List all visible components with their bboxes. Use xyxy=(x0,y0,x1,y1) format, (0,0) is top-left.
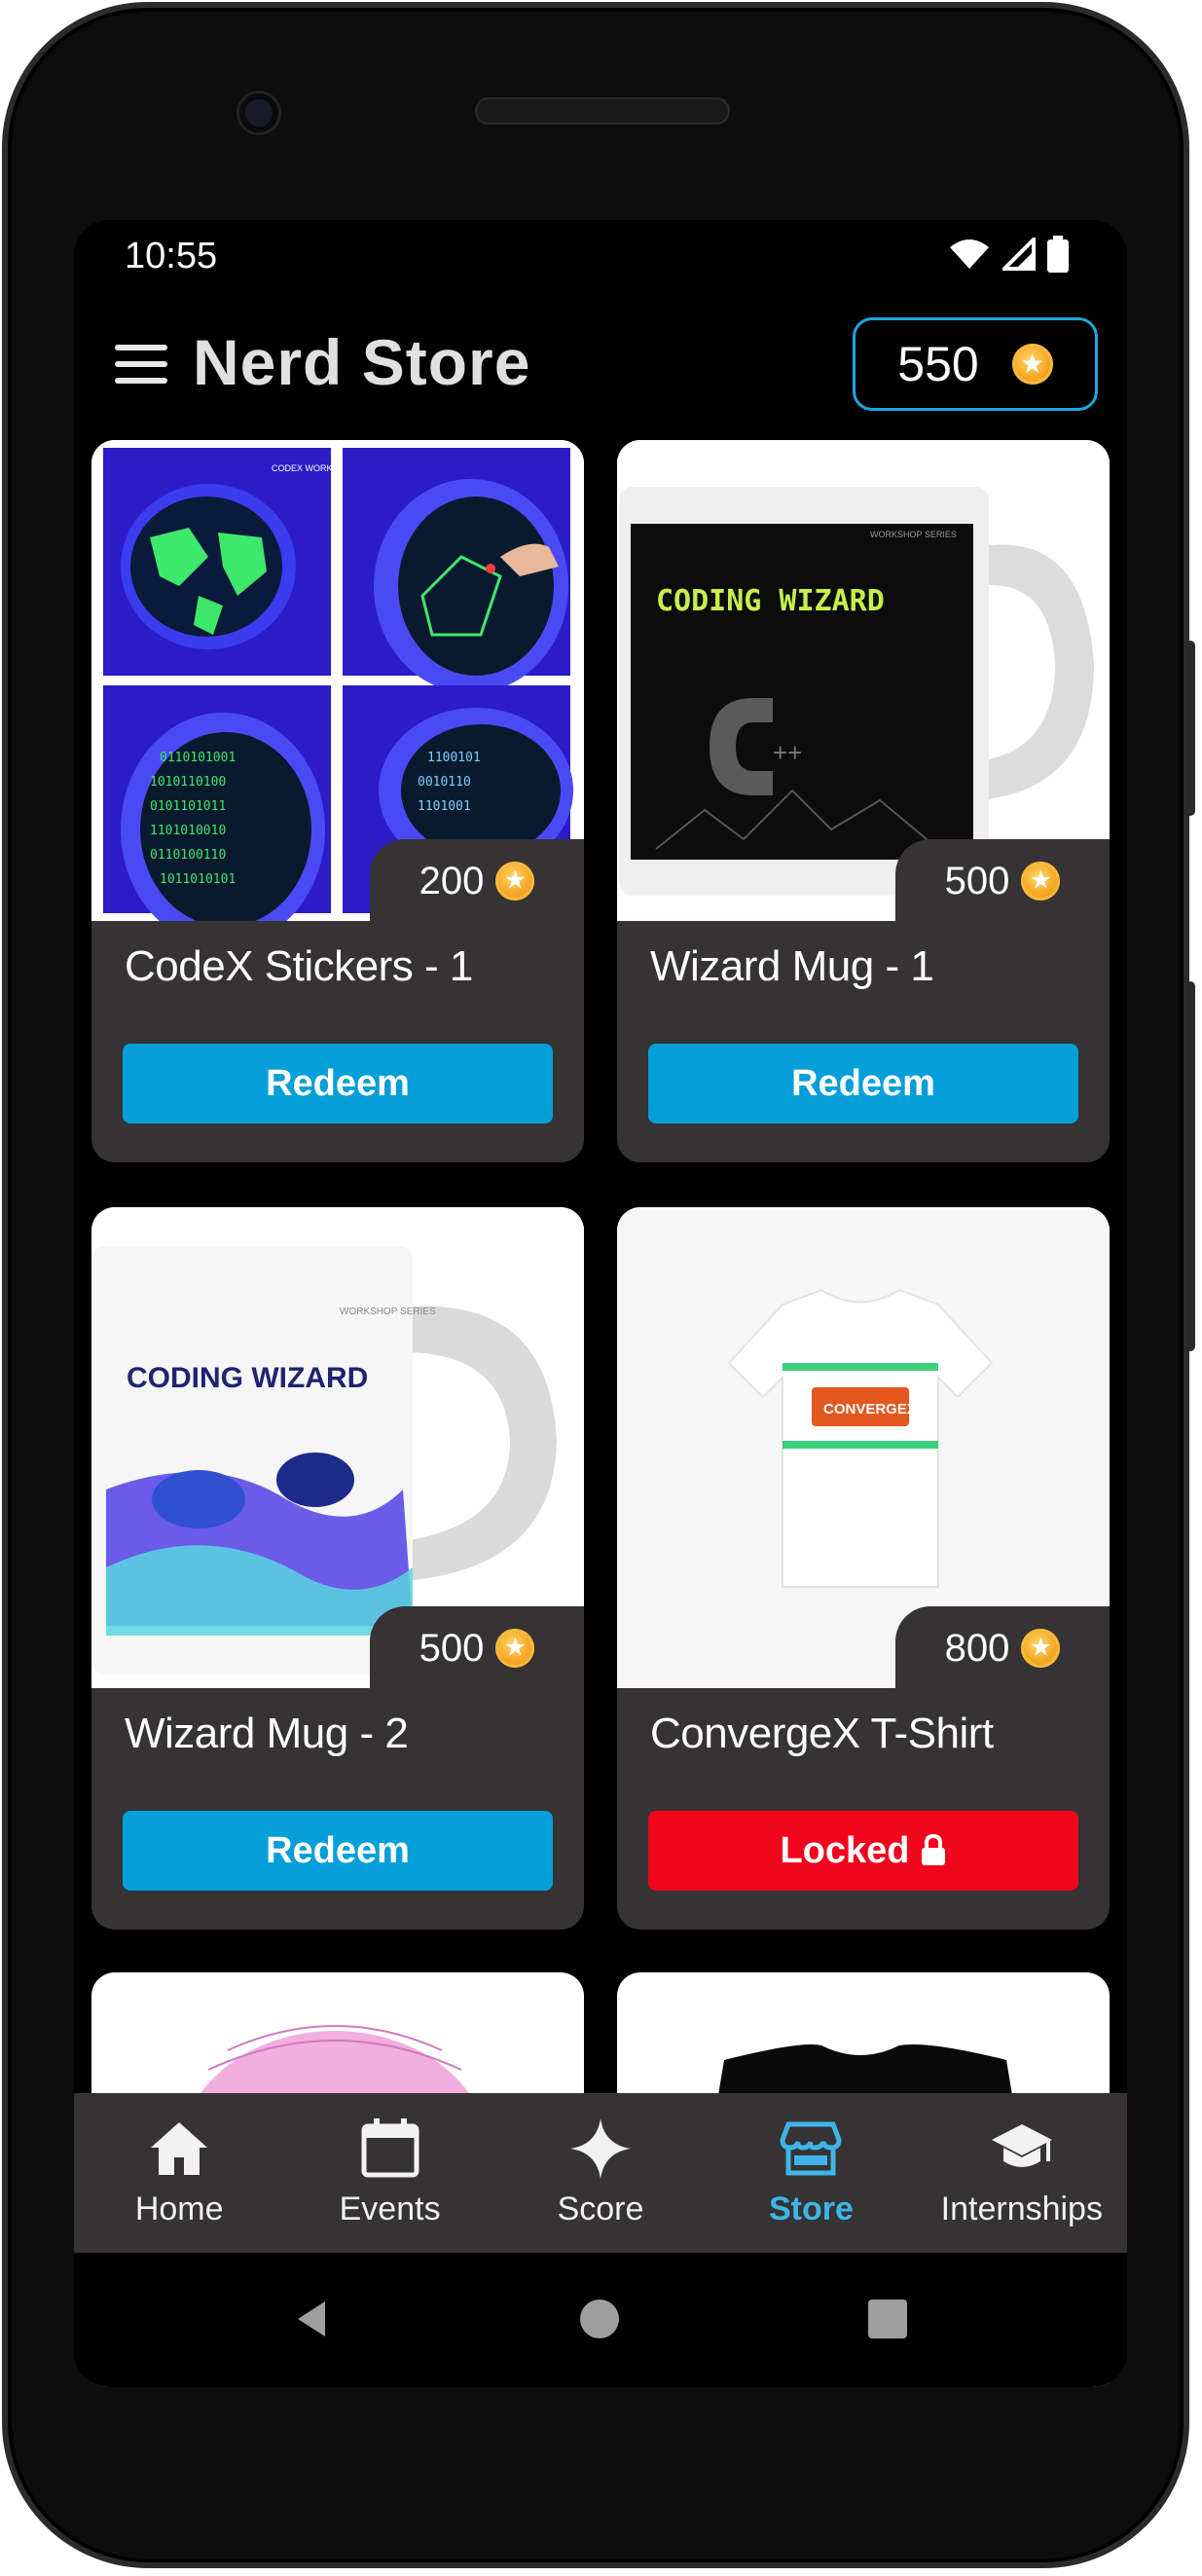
page-title: Nerd Store xyxy=(193,326,531,398)
product-card[interactable]: CODING WIZARD WORKSHOP SERIES ++ 500 Wiz… xyxy=(617,440,1110,1162)
tshirt-text: CONVERGEX xyxy=(823,1401,917,1417)
product-name: Wizard Mug - 2 xyxy=(125,1710,409,1757)
home-icon xyxy=(151,2122,208,2175)
screen: 10:55 Nerd Store 550 ★ CODEX WORKSHOP 01… xyxy=(74,220,1127,2387)
svg-text:1010110100: 1010110100 xyxy=(150,775,226,790)
coin-icon xyxy=(1011,344,1053,385)
product-card[interactable]: CONVERGEX 800 ConvergeX T-Shirt Locked xyxy=(617,1207,1110,1930)
svg-text:0101101011: 0101101011 xyxy=(150,799,226,814)
calendar-icon xyxy=(361,2118,419,2178)
bottom-navigation: Home Events Score Store Internships xyxy=(74,2093,1127,2253)
back-icon[interactable] xyxy=(290,2298,333,2340)
coin-icon xyxy=(495,1629,535,1668)
signal-icon xyxy=(1002,238,1036,271)
nav-label: Score xyxy=(557,2190,644,2227)
nav-item-events[interactable]: Events xyxy=(284,2093,494,2253)
redeem-button-label: Redeem xyxy=(791,1062,935,1104)
svg-text:1101010010: 1101010010 xyxy=(150,824,226,838)
nav-label: Internships xyxy=(940,2190,1103,2227)
sparkle-icon xyxy=(570,2118,632,2179)
phone-frame: 10:55 Nerd Store 550 ★ CODEX WORKSHOP 01… xyxy=(2,2,1195,2568)
price-tag: 500 xyxy=(895,839,1110,923)
svg-text:0110100110: 0110100110 xyxy=(150,848,226,863)
product-name: CodeX Stickers - 1 xyxy=(125,942,473,990)
lock-icon xyxy=(921,1834,945,1865)
nav-label: Store xyxy=(768,2190,854,2227)
home-circle-icon[interactable] xyxy=(580,2300,619,2338)
price-value: 500 xyxy=(419,1626,485,1670)
price-tag: 800 xyxy=(895,1606,1110,1690)
front-camera xyxy=(239,93,278,132)
svg-text:1100101: 1100101 xyxy=(427,751,481,765)
product-name: Wizard Mug - 1 xyxy=(650,942,934,990)
locked-button-label: Locked xyxy=(780,1829,910,1871)
mug-series: WORKSHOP SERIES xyxy=(870,530,957,539)
nav-label: Events xyxy=(339,2190,441,2227)
redeem-button-label: Redeem xyxy=(266,1062,410,1104)
price-tag: 500 xyxy=(370,1606,584,1690)
nav-item-internships[interactable]: Internships xyxy=(917,2093,1127,2253)
svg-text:1101001: 1101001 xyxy=(418,799,471,814)
earpiece-speaker xyxy=(475,97,730,125)
store-icon xyxy=(780,2121,842,2176)
coin-icon xyxy=(1021,1629,1061,1668)
recents-icon[interactable] xyxy=(868,2300,907,2338)
nav-item-score[interactable]: Score xyxy=(495,2093,706,2253)
coin-balance[interactable]: 550 xyxy=(853,317,1098,411)
nav-label: Home xyxy=(134,2190,224,2227)
volume-button xyxy=(1185,981,1195,1351)
redeem-button[interactable]: Redeem xyxy=(123,1044,553,1123)
price-value: 500 xyxy=(944,859,1010,902)
svg-text:1011010101: 1011010101 xyxy=(160,872,236,887)
price-tag: 200 xyxy=(370,839,584,923)
product-name: ConvergeX T-Shirt xyxy=(650,1710,994,1757)
menu-icon[interactable] xyxy=(115,345,167,387)
product-card[interactable]: CODEX WORKSHOP 0110101001 1010110100 010… xyxy=(91,440,584,1162)
graduation-cap-icon xyxy=(991,2124,1052,2167)
svg-text:0110101001: 0110101001 xyxy=(160,751,236,765)
status-time: 10:55 xyxy=(125,236,218,276)
nav-item-store[interactable]: Store xyxy=(706,2093,916,2253)
coin-icon xyxy=(495,862,535,901)
wifi-icon xyxy=(950,239,989,269)
redeem-button[interactable]: Redeem xyxy=(648,1044,1078,1123)
redeem-button-label: Redeem xyxy=(266,1829,410,1871)
price-value: 800 xyxy=(944,1626,1010,1670)
power-button xyxy=(1185,641,1195,816)
price-value: 200 xyxy=(419,859,485,902)
locked-button[interactable]: Locked xyxy=(648,1811,1078,1891)
mug-series: WORKSHOP SERIES xyxy=(340,1306,436,1317)
status-bar: 10:55 xyxy=(74,220,1127,298)
mug-text: CODING WIZARD xyxy=(656,584,885,618)
battery-icon xyxy=(1047,236,1069,273)
system-navigation xyxy=(74,2253,1127,2387)
mug-text: CODING WIZARD xyxy=(127,1362,368,1394)
redeem-button[interactable]: Redeem xyxy=(123,1811,553,1891)
app-bar: Nerd Store 550 xyxy=(74,298,1127,434)
coin-icon xyxy=(1021,862,1061,901)
coin-balance-value: 550 xyxy=(897,337,979,391)
nav-item-home[interactable]: Home xyxy=(74,2093,284,2253)
svg-text:0010110: 0010110 xyxy=(418,775,471,790)
status-icons xyxy=(948,236,1069,273)
svg-text:++: ++ xyxy=(773,738,802,767)
product-card[interactable]: CODING WIZARD WORKSHOP SERIES 500 Wizard… xyxy=(91,1207,584,1930)
